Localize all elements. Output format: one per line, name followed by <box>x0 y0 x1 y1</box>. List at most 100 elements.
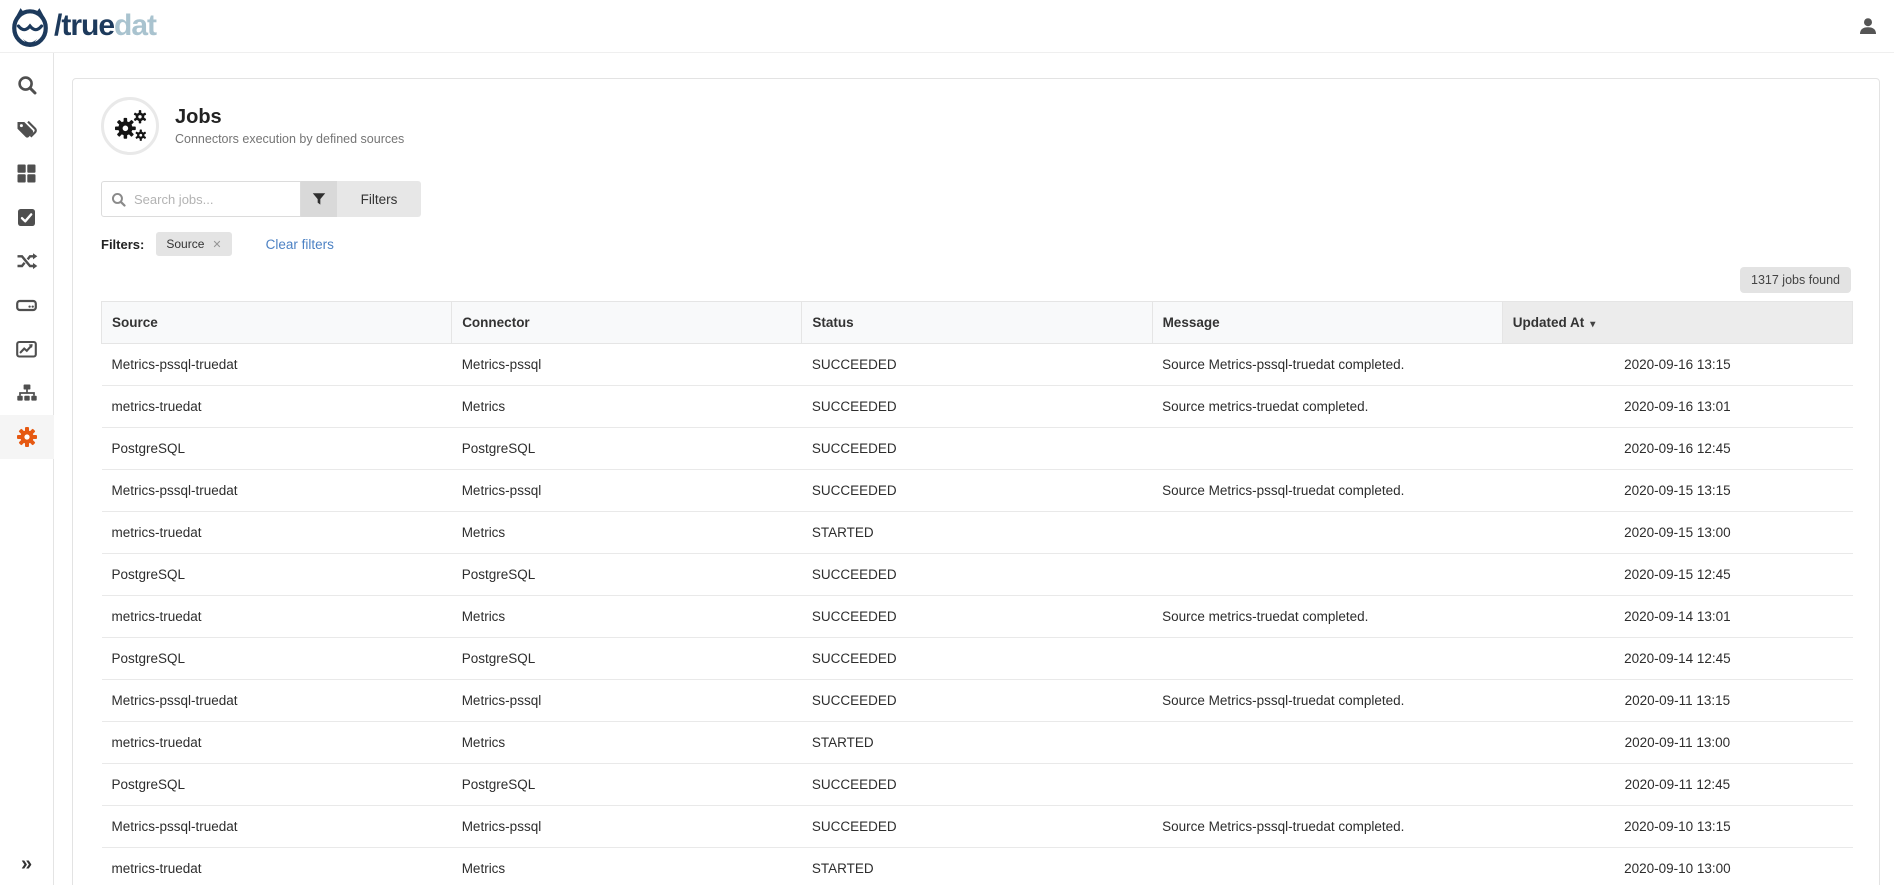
cell-message <box>1152 764 1502 806</box>
cell-message <box>1152 722 1502 764</box>
column-header-status[interactable]: Status <box>802 302 1152 344</box>
cell-connector: Metrics <box>452 512 802 554</box>
filters-button-label: Filters <box>361 192 398 207</box>
cell-updated-at: 2020-09-11 12:45 <box>1502 764 1852 806</box>
filter-chip-source[interactable]: Source ✕ <box>156 232 231 256</box>
cell-source: metrics-truedat <box>102 722 452 764</box>
cell-updated-at: 2020-09-16 13:01 <box>1502 386 1852 428</box>
cell-connector: Metrics <box>452 848 802 885</box>
cell-source: PostgreSQL <box>102 638 452 680</box>
cell-status: SUCCEEDED <box>802 344 1152 386</box>
cell-message: Source metrics-truedat completed. <box>1152 386 1502 428</box>
cell-source: PostgreSQL <box>102 764 452 806</box>
jobs-gears-badge <box>101 97 159 155</box>
cell-updated-at: 2020-09-15 12:45 <box>1502 554 1852 596</box>
cell-source: Metrics-pssql-truedat <box>102 344 452 386</box>
table-row: PostgreSQLPostgreSQLSUCCEEDED2020-09-11 … <box>102 764 1853 806</box>
cell-message: Source metrics-truedat completed. <box>1152 596 1502 638</box>
cell-status: SUCCEEDED <box>802 470 1152 512</box>
cell-source: metrics-truedat <box>102 386 452 428</box>
sidebar-item-check-square[interactable] <box>0 195 54 239</box>
top-bar: /truedat <box>0 0 1894 53</box>
jobs-found-badge: 1317 jobs found <box>1740 267 1851 293</box>
sidebar-item-tags[interactable] <box>0 107 54 151</box>
cell-status: STARTED <box>802 512 1152 554</box>
sitemap-icon <box>17 383 37 403</box>
table-row: PostgreSQLPostgreSQLSUCCEEDED2020-09-16 … <box>102 428 1853 470</box>
sidebar-item-drive[interactable] <box>0 283 54 327</box>
grid-icon <box>17 164 36 183</box>
sidebar-item-shuffle[interactable] <box>0 239 54 283</box>
gear-icon <box>17 427 37 447</box>
chart-line-icon <box>16 339 37 359</box>
owl-logo-icon <box>10 5 50 47</box>
cell-updated-at: 2020-09-14 12:45 <box>1502 638 1852 680</box>
cell-connector: PostgreSQL <box>452 638 802 680</box>
filter-funnel-button[interactable] <box>301 181 337 217</box>
sidebar-item-chart-line[interactable] <box>0 327 54 371</box>
sidebar-item-admin-gear[interactable] <box>0 415 54 459</box>
table-row: Metrics-pssql-truedatMetrics-pssqlSUCCEE… <box>102 806 1853 848</box>
clear-filters-link[interactable]: Clear filters <box>266 237 334 252</box>
shuffle-icon <box>16 251 38 271</box>
truedat-logo[interactable]: /truedat <box>10 5 156 47</box>
cell-status: STARTED <box>802 848 1152 885</box>
filters-button[interactable]: Filters <box>337 181 421 217</box>
column-header-updated-at[interactable]: Updated At▾ <box>1502 302 1852 344</box>
cell-message <box>1152 512 1502 554</box>
cell-updated-at: 2020-09-11 13:15 <box>1502 680 1852 722</box>
column-header-source[interactable]: Source <box>102 302 452 344</box>
cell-updated-at: 2020-09-16 12:45 <box>1502 428 1852 470</box>
page-subtitle: Connectors execution by defined sources <box>175 132 404 146</box>
active-filters-row: Filters: Source ✕ Clear filters <box>101 231 1851 257</box>
sidebar-item-grid[interactable] <box>0 151 54 195</box>
sidebar-collapse-button[interactable]: » <box>0 843 54 885</box>
cell-status: SUCCEEDED <box>802 680 1152 722</box>
user-menu-icon[interactable] <box>1858 16 1878 36</box>
cell-source: PostgreSQL <box>102 554 452 596</box>
cell-updated-at: 2020-09-16 13:15 <box>1502 344 1852 386</box>
cell-connector: PostgreSQL <box>452 764 802 806</box>
cell-connector: Metrics-pssql <box>452 680 802 722</box>
cell-updated-at: 2020-09-15 13:15 <box>1502 470 1852 512</box>
cell-message <box>1152 638 1502 680</box>
search-input[interactable] <box>134 192 291 207</box>
table-row: PostgreSQLPostgreSQLSUCCEEDED2020-09-15 … <box>102 554 1853 596</box>
cell-status: SUCCEEDED <box>802 806 1152 848</box>
column-header-connector[interactable]: Connector <box>452 302 802 344</box>
table-row: Metrics-pssql-truedatMetrics-pssqlSUCCEE… <box>102 470 1853 512</box>
cell-status: SUCCEEDED <box>802 554 1152 596</box>
filter-chip-label: Source <box>166 237 204 251</box>
cell-connector: PostgreSQL <box>452 428 802 470</box>
column-header-message[interactable]: Message <box>1152 302 1502 344</box>
filters-label: Filters: <box>101 237 144 252</box>
table-row: Metrics-pssql-truedatMetrics-pssqlSUCCEE… <box>102 680 1853 722</box>
results-count-row: 1317 jobs found <box>101 267 1851 293</box>
cell-message: Source Metrics-pssql-truedat completed. <box>1152 806 1502 848</box>
page-title: Jobs <box>175 106 404 129</box>
sidebar-item-sitemap[interactable] <box>0 371 54 415</box>
drive-icon <box>16 295 37 315</box>
gears-icon <box>110 106 150 146</box>
cell-updated-at: 2020-09-15 13:00 <box>1502 512 1852 554</box>
double-chevron-right-icon: » <box>21 853 32 876</box>
cell-message <box>1152 848 1502 885</box>
updated-at-label: Updated At <box>1513 315 1585 330</box>
cell-connector: PostgreSQL <box>452 554 802 596</box>
remove-filter-icon[interactable]: ✕ <box>212 238 221 251</box>
logo-text: /truedat <box>54 11 156 41</box>
cell-status: SUCCEEDED <box>802 596 1152 638</box>
cell-source: Metrics-pssql-truedat <box>102 806 452 848</box>
sidebar-item-search[interactable] <box>0 63 54 107</box>
cell-connector: Metrics-pssql <box>452 470 802 512</box>
main-content: Jobs Connectors execution by defined sou… <box>54 53 1894 885</box>
cell-source: metrics-truedat <box>102 512 452 554</box>
jobs-table-body: Metrics-pssql-truedatMetrics-pssqlSUCCEE… <box>102 344 1853 885</box>
cell-message <box>1152 428 1502 470</box>
cell-status: STARTED <box>802 722 1152 764</box>
jobs-title-block: Jobs Connectors execution by defined sou… <box>175 106 404 146</box>
cell-connector: Metrics <box>452 386 802 428</box>
jobs-table: Source Connector Status Message Updated … <box>101 301 1853 885</box>
search-input-icon <box>111 192 126 207</box>
table-row: PostgreSQLPostgreSQLSUCCEEDED2020-09-14 … <box>102 638 1853 680</box>
